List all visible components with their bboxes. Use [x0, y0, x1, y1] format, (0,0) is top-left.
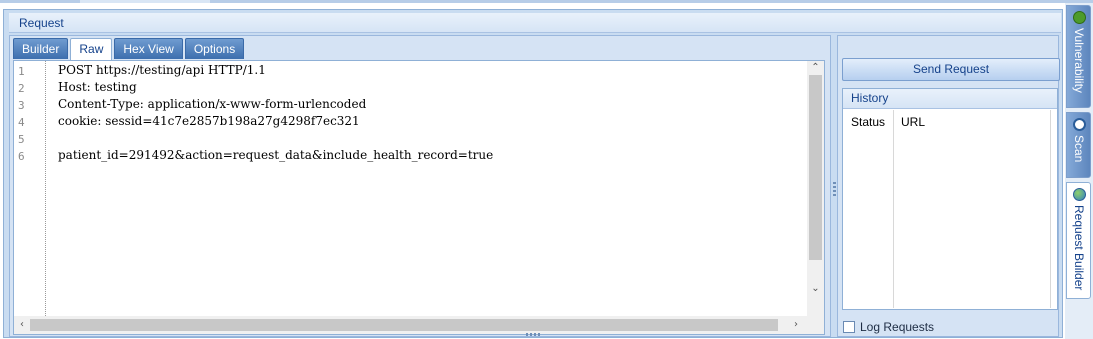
scrollbar-corner — [807, 316, 824, 334]
globe-icon — [1073, 188, 1086, 201]
log-requests-checkbox[interactable] — [843, 321, 855, 333]
tab-builder[interactable]: Builder — [13, 38, 69, 59]
tab-strip: Builder Raw Hex View Options — [13, 38, 246, 61]
history-grid[interactable]: Status URL — [844, 110, 1056, 308]
history-pane: Send Request History Status URL Log Requ… — [837, 35, 1060, 337]
line-number: 4 — [18, 116, 25, 129]
tab-hex-view[interactable]: Hex View — [114, 38, 183, 59]
sidebar-tab-label: Scan — [1072, 135, 1086, 163]
vertical-scroll-thumb[interactable] — [809, 75, 822, 260]
line-number: 2 — [18, 82, 25, 95]
bug-icon — [1073, 11, 1086, 24]
line-number: 5 — [18, 133, 25, 146]
request-window: Request Builder Raw Hex View Options 1 2… — [3, 9, 1063, 338]
right-sidebar: Vulnerability Scan Request Builder — [1065, 3, 1093, 339]
send-request-button[interactable]: Send Request — [842, 58, 1060, 81]
column-header-status[interactable]: Status — [851, 115, 885, 129]
sidebar-tab-label: Request Builder — [1072, 205, 1086, 291]
sidebar-tab-label: Vulnerability — [1072, 28, 1086, 93]
panel-title: Request — [19, 16, 64, 30]
line-number-gutter: 1 2 3 4 5 6 — [14, 61, 46, 316]
scroll-up-icon[interactable]: ⌃ — [809, 61, 822, 75]
line-number: 6 — [18, 150, 25, 163]
horizontal-scrollbar[interactable]: ‹ › — [14, 316, 807, 334]
history-panel: History Status URL — [842, 88, 1058, 310]
code-line[interactable]: cookie: sessid=41c7e2857b198a27g4298f7ec… — [58, 114, 360, 128]
code-line[interactable]: Host: testing — [58, 80, 137, 94]
column-header-url[interactable]: URL — [901, 115, 925, 129]
log-requests-row[interactable]: Log Requests — [843, 319, 934, 335]
history-title: History — [843, 89, 1057, 109]
splitter-grip[interactable] — [833, 182, 836, 198]
vertical-scrollbar[interactable]: ⌃ ⌄ — [807, 61, 824, 316]
sidebar-tab-request-builder[interactable]: Request Builder — [1066, 182, 1091, 299]
bottom-splitter-grip[interactable] — [526, 333, 542, 336]
top-strip-cut — [80, 0, 210, 3]
code-line[interactable]: POST https://testing/api HTTP/1.1 — [58, 63, 266, 77]
request-editor-pane: Builder Raw Hex View Options 1 2 3 4 5 6… — [9, 35, 831, 337]
sidebar-tab-vulnerability[interactable]: Vulnerability — [1066, 5, 1091, 108]
sidebar-tab-scan[interactable]: Scan — [1066, 112, 1091, 178]
scroll-left-icon[interactable]: ‹ — [16, 318, 28, 332]
panel-header: Request — [9, 13, 1061, 33]
raw-request-editor[interactable]: 1 2 3 4 5 6 POST https://testing/api HTT… — [13, 60, 825, 335]
line-number: 3 — [18, 99, 25, 112]
horizontal-scroll-thumb[interactable] — [30, 319, 778, 331]
line-number: 1 — [18, 65, 25, 78]
tab-options[interactable]: Options — [184, 38, 245, 59]
column-divider[interactable] — [893, 110, 894, 308]
tab-raw[interactable]: Raw — [70, 38, 113, 61]
log-requests-label[interactable]: Log Requests — [860, 320, 934, 334]
scroll-down-icon[interactable]: ⌄ — [809, 282, 822, 296]
code-line[interactable]: patient_id=291492&action=request_data&in… — [58, 148, 493, 162]
code-line[interactable]: Content-Type: application/x-www-form-url… — [58, 97, 366, 111]
eye-icon — [1073, 118, 1086, 131]
top-strip — [0, 0, 1093, 3]
scroll-right-icon[interactable]: › — [790, 318, 802, 332]
column-divider[interactable] — [1050, 110, 1051, 308]
